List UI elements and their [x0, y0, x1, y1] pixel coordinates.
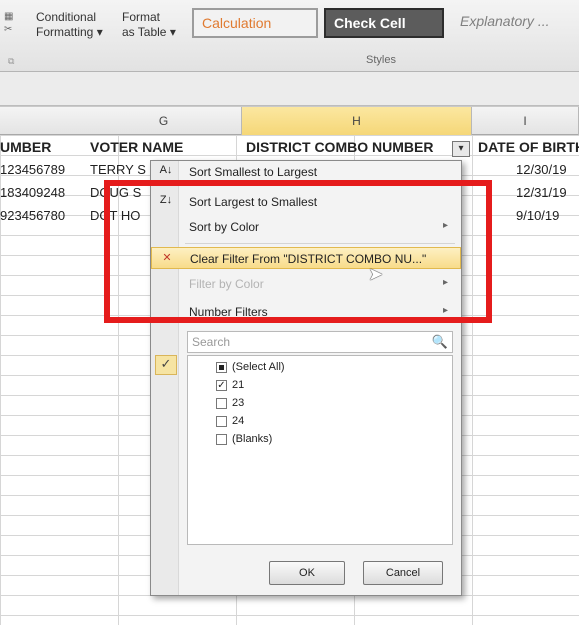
list-item-label: 21 [232, 379, 245, 391]
column-headers: G H I [0, 107, 579, 135]
column-header-g[interactable]: G [86, 107, 242, 135]
checkbox[interactable] [216, 434, 227, 445]
highlight-annotation [104, 180, 492, 323]
conditional-formatting-label: Conditional [36, 10, 97, 24]
search-placeholder: Search [192, 335, 231, 349]
table-header-row: UMBER VOTER NAME DISTRICT COMBO NUMBER D… [0, 135, 579, 159]
search-input[interactable]: Search 🔍 [187, 331, 453, 353]
cell-dob[interactable]: 9/10/19 [516, 208, 559, 223]
search-icon[interactable]: 🔍 [432, 334, 448, 350]
cell-number[interactable]: 183409248 [0, 185, 65, 200]
ok-button[interactable]: OK [269, 561, 345, 585]
checkbox[interactable] [216, 362, 227, 373]
style-calculation[interactable]: Calculation [192, 8, 318, 38]
header-number[interactable]: UMBER [0, 139, 51, 155]
column-header-i[interactable]: I [472, 107, 579, 135]
cancel-button[interactable]: Cancel [363, 561, 443, 585]
checkbox[interactable] [216, 416, 227, 427]
sort-ascending-icon: A↓ [159, 164, 173, 176]
styles-group-label: Styles [366, 54, 396, 66]
filter-dropdown-icon[interactable]: ▾ [452, 141, 470, 157]
list-item-label: 23 [232, 397, 245, 409]
column-header-h[interactable]: H [242, 107, 472, 135]
menu-item-label: Sort Smallest to Largest [189, 165, 318, 179]
ribbon: ▦ ✂ Conditional Formatting ▾ Format as Ta… [0, 0, 579, 72]
checkmark-icon: ✓ [155, 355, 177, 375]
header-voter-name[interactable]: VOTER NAME [90, 139, 183, 155]
filter-value-list: (Select All) ✓ 21 23 24 (Blanks) [187, 355, 453, 545]
dialog-launcher-icon[interactable]: ⧉ [8, 56, 14, 67]
format-as-table-button[interactable]: Format as Table ▾ [122, 10, 176, 40]
format-as-table-label-2: as Table ▾ [122, 25, 176, 39]
cell-dob[interactable]: 12/30/19 [516, 162, 567, 177]
cell-dob[interactable]: 12/31/19 [516, 185, 567, 200]
cell-number[interactable]: 923456780 [0, 208, 65, 223]
conditional-formatting-button[interactable]: Conditional Formatting ▾ [36, 10, 103, 40]
cell-number[interactable]: 123456789 [0, 162, 65, 177]
header-district-combo[interactable]: DISTRICT COMBO NUMBER [246, 139, 433, 155]
chevron-down-icon: ▾ [96, 25, 103, 39]
style-check-cell[interactable]: Check Cell [324, 8, 444, 38]
conditional-formatting-label-2: Formatting ▾ [36, 25, 103, 39]
style-explanatory[interactable]: Explanatory ... [452, 8, 579, 38]
formula-bar-area [0, 72, 579, 106]
list-item-label: 24 [232, 415, 245, 427]
list-item-label: (Select All) [232, 361, 285, 373]
chevron-down-icon: ▾ [169, 25, 176, 39]
cell-voter[interactable]: TERRY S [90, 162, 146, 177]
checkbox[interactable] [216, 398, 227, 409]
header-date-of-birth[interactable]: DATE OF BIRTH [478, 139, 579, 155]
ribbon-small-icon[interactable]: ▦ ✂ [4, 10, 18, 40]
list-item-label: (Blanks) [232, 433, 273, 445]
checkbox[interactable]: ✓ [216, 380, 227, 391]
format-as-table-label: Format [122, 10, 161, 24]
